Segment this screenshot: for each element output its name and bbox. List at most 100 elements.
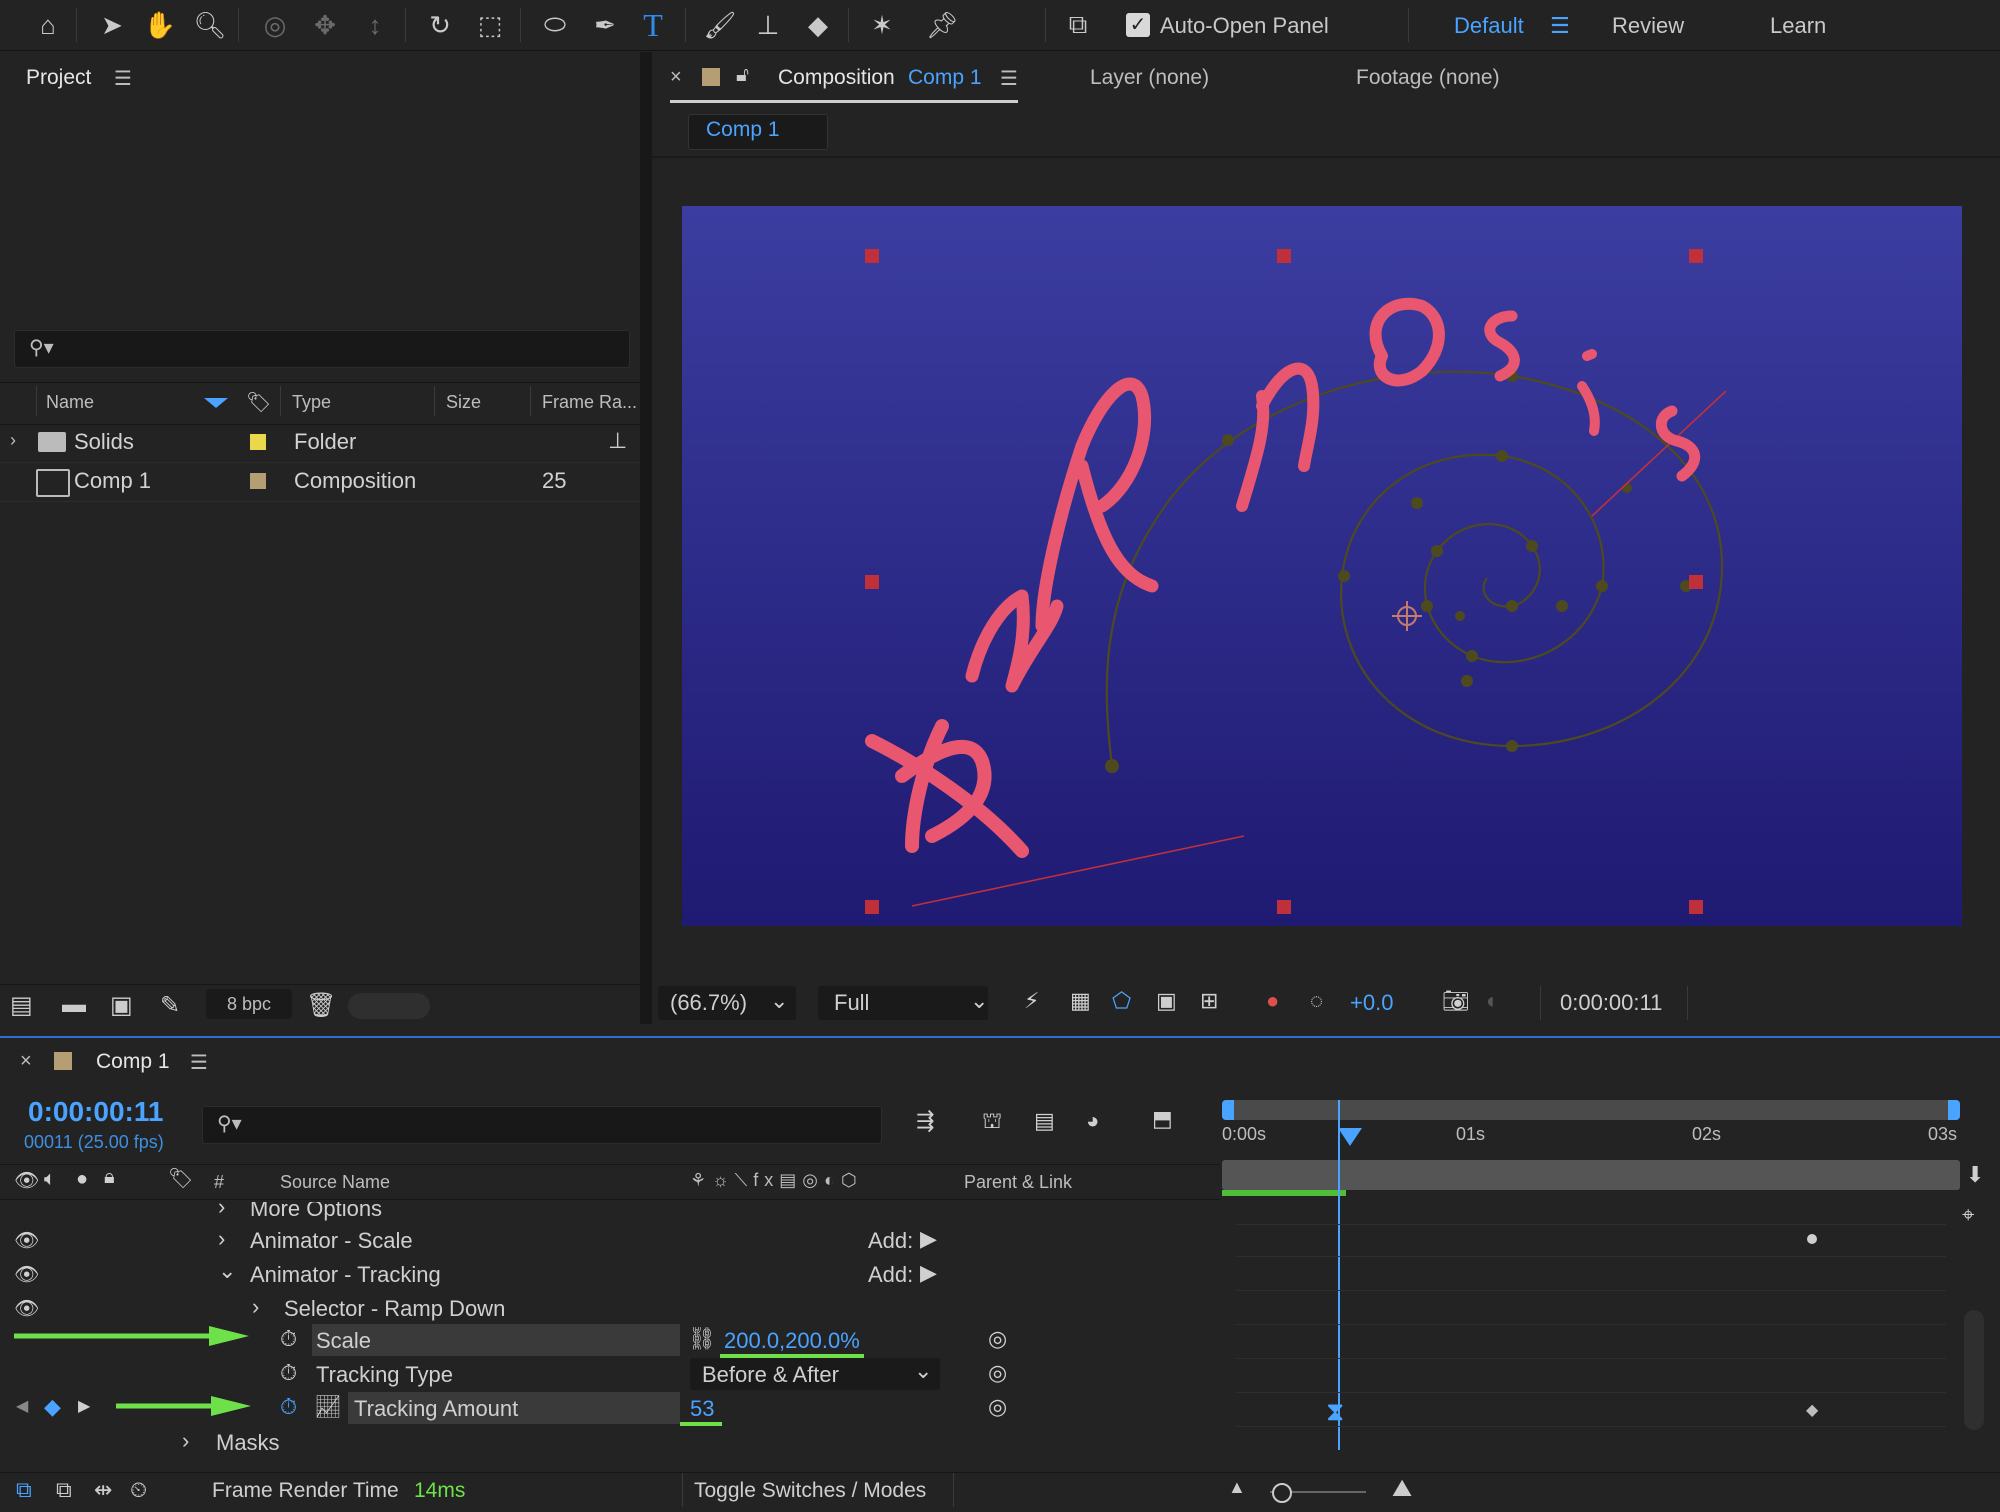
timeline-search-input[interactable]: ⚲▾ [202, 1106, 882, 1144]
comp-color-swatch[interactable] [702, 68, 720, 86]
dolly-icon[interactable]: ↕ [355, 6, 395, 44]
chevron-down-icon[interactable]: ⌄ [218, 1258, 236, 1284]
trash-icon[interactable]: 🗑︎ [306, 991, 336, 1020]
masks-row[interactable]: Masks [216, 1430, 280, 1456]
navigator-end-handle[interactable] [1948, 1100, 1960, 1120]
audio-icon[interactable]: 🔈︎ [44, 1168, 56, 1191]
timeline-tab-title[interactable]: Comp 1 [96, 1050, 170, 1074]
color-channels-icon[interactable]: ● [1266, 988, 1279, 1014]
panel-menu-icon[interactable]: ☰ [114, 66, 132, 91]
col-name[interactable]: Name [46, 392, 94, 413]
comp-button-icon[interactable]: ⌖ [1962, 1202, 1974, 1228]
timeline-current-time[interactable]: 0:00:00:11 [28, 1096, 163, 1128]
work-area-bar[interactable] [1222, 1160, 1960, 1190]
stopwatch-icon[interactable]: ⏱︎ [280, 1360, 297, 1386]
comp-color-swatch[interactable] [54, 1052, 72, 1070]
adjust-icon[interactable]: ✎ [160, 991, 180, 1020]
comp-flowchart-icon[interactable]: ⇶ [916, 1108, 934, 1134]
zoom-out-icon[interactable]: ▲ [1228, 1477, 1246, 1498]
pan-icon[interactable]: ✥ [305, 6, 345, 44]
draft-3d-icon[interactable]: ⛫ [982, 1108, 1002, 1137]
breadcrumb-comp[interactable]: Comp 1 [706, 118, 780, 142]
workspace-learn[interactable]: Learn [1770, 13, 1826, 39]
add-menu-icon[interactable]: ▶ [920, 1226, 937, 1252]
puppet-icon[interactable]: 📌︎ [922, 6, 962, 44]
current-keyframe-marker[interactable]: ⧗ [1326, 1396, 1344, 1428]
scroll-handle[interactable] [348, 993, 430, 1019]
comp-marker-bin-icon[interactable]: ⬇ [1966, 1162, 1984, 1188]
workspace-menu-icon[interactable]: ☰ [1550, 13, 1570, 39]
label-color-swatch[interactable] [250, 473, 266, 489]
hand-icon[interactable]: ✋ [140, 6, 180, 44]
keyframe-marker[interactable]: ◆ [1806, 1400, 1818, 1420]
interpret-footage-icon[interactable]: ▤ [10, 991, 33, 1020]
eye-icon[interactable]: 👁︎ [14, 1262, 39, 1287]
new-folder-icon[interactable]: ▬ [62, 991, 86, 1019]
zoom-icon[interactable]: 🔍︎ [190, 6, 230, 44]
solo-icon[interactable]: ● [76, 1168, 88, 1191]
layer-tab[interactable]: Layer (none) [1090, 66, 1209, 90]
layer-switches-icon[interactable]: ⧉ [16, 1477, 32, 1503]
stopwatch-icon[interactable]: ⏱︎ [280, 1326, 297, 1352]
zoom-in-icon[interactable]: ⛰︎ [1392, 1475, 1412, 1503]
fast-preview-icon[interactable]: ⚡ [1024, 988, 1039, 1014]
chevron-right-icon[interactable]: › [218, 1194, 225, 1220]
viewer-tab-prefix[interactable]: Composition [778, 66, 895, 90]
time-navigator[interactable] [1222, 1100, 1960, 1120]
expand-chevron-icon[interactable]: › [10, 430, 16, 451]
pen-icon[interactable]: ✒ [585, 6, 625, 44]
timeline-scrollbar[interactable] [1964, 1310, 1984, 1430]
selector-row[interactable]: Selector - Ramp Down [284, 1296, 505, 1322]
next-keyframe-icon[interactable]: ▶ [78, 1396, 90, 1416]
navigator-start-handle[interactable] [1222, 1100, 1234, 1120]
panel-toggle-icon[interactable]: ⧉ [1058, 6, 1098, 44]
col-size[interactable]: Size [446, 392, 481, 413]
anchor-icon[interactable]: ⬚ [470, 6, 510, 44]
workspace-default[interactable]: Default [1454, 13, 1524, 39]
guides-icon[interactable]: ⊞ [1200, 988, 1218, 1014]
close-icon[interactable]: × [20, 1050, 32, 1073]
footage-tab[interactable]: Footage (none) [1356, 66, 1500, 90]
eye-icon[interactable]: 👁︎ [14, 1228, 39, 1253]
motion-blur-icon[interactable]: ◕ [1086, 1108, 1099, 1134]
new-comp-icon[interactable]: ▣ [110, 991, 133, 1020]
rotate-icon[interactable]: ↻ [420, 6, 460, 44]
eraser-icon[interactable]: ◆ [798, 6, 838, 44]
label-tag-icon[interactable]: 🏷︎ [168, 1166, 193, 1191]
scale-value[interactable]: 200.0,200.0% [724, 1328, 860, 1354]
label-color-swatch[interactable] [250, 434, 266, 450]
region-of-interest-icon[interactable]: ▣ [1156, 988, 1177, 1014]
keyframe-toggle-icon[interactable]: ◆ [44, 1394, 61, 1420]
expression-pickwhip-icon[interactable]: ◎ [988, 1326, 1007, 1352]
snapshot-icon[interactable]: 📷︎ [1442, 988, 1470, 1014]
graph-editor-icon[interactable]: ⬒ [1152, 1106, 1173, 1132]
brush-icon[interactable]: 🖌︎ [700, 6, 740, 44]
project-row-comp[interactable]: Comp 1 Composition 25 [0, 463, 640, 501]
animator-tracking-row[interactable]: Animator - Tracking [250, 1262, 441, 1288]
keyframe-marker[interactable] [1807, 1234, 1817, 1244]
col-type[interactable]: Type [292, 392, 331, 413]
auto-open-checkbox[interactable]: ✓ [1126, 13, 1150, 37]
stamp-icon[interactable]: ⊥ [748, 6, 788, 44]
expression-pickwhip-icon[interactable]: ◎ [988, 1394, 1007, 1420]
project-row-solids[interactable]: › Solids Folder ⊥ [0, 424, 640, 462]
show-snapshot-icon[interactable]: ◐ [1486, 988, 1499, 1014]
stopwatch-active-icon[interactable]: ⏱︎ [280, 1394, 297, 1420]
eye-icon[interactable]: 👁︎ [14, 1296, 39, 1321]
constrain-link-icon[interactable]: ⛓︎ [688, 1326, 716, 1352]
chevron-right-icon[interactable]: › [182, 1428, 189, 1454]
mask-visibility-icon[interactable]: ⬠ [1112, 988, 1131, 1014]
flowchart-icon[interactable]: ⊥ [608, 428, 627, 454]
prev-keyframe-icon[interactable]: ◀ [16, 1396, 28, 1416]
tracking-amount-value[interactable]: 53 [690, 1396, 714, 1422]
eye-icon[interactable]: 👁︎ [14, 1168, 39, 1193]
orbit-icon[interactable]: ◎ [255, 6, 295, 44]
label-tag-icon[interactable]: 🏷︎ [246, 390, 271, 415]
panel-menu-icon[interactable]: ☰ [1000, 66, 1018, 91]
project-search-input[interactable]: ⚲▾ [14, 330, 630, 368]
expression-pickwhip-icon[interactable]: ◎ [988, 1360, 1007, 1386]
exposure-value[interactable]: +0.0 [1350, 990, 1393, 1016]
workspace-review[interactable]: Review [1612, 13, 1684, 39]
animator-scale-row[interactable]: Animator - Scale [250, 1228, 413, 1254]
col-frame-rate[interactable]: Frame Ra... [542, 392, 637, 413]
